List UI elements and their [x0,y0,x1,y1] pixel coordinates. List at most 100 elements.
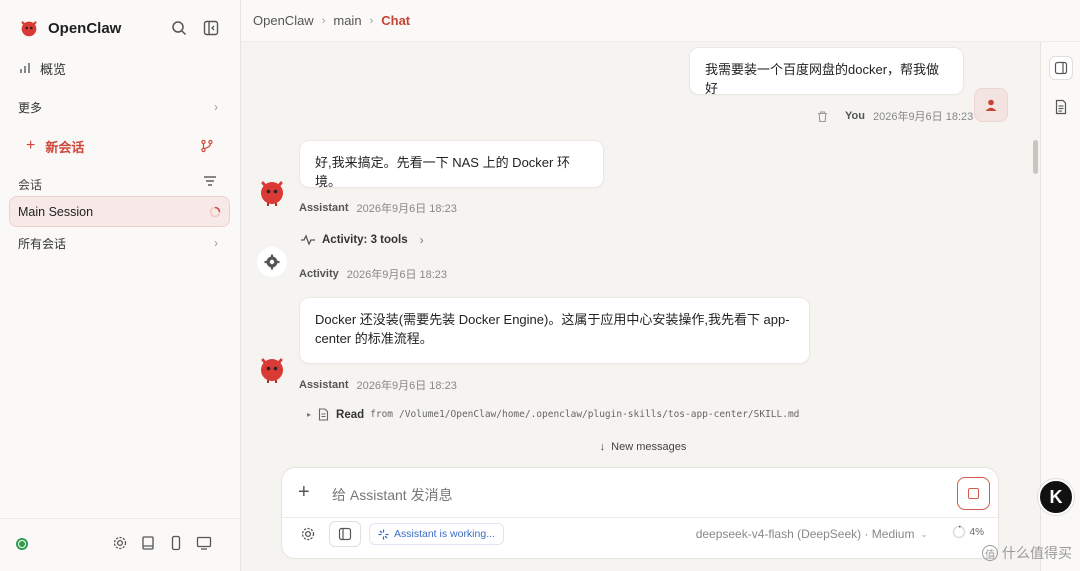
sidebar-item-label: 概览 [40,61,67,77]
assistant-message-bubble: Docker 还没装(需要先装 Docker Engine)。这属于应用中心安装… [299,297,810,364]
composer-settings-button[interactable] [298,521,318,547]
settings-icon[interactable] [112,535,128,551]
arrow-down-icon: ↓ [599,441,606,453]
settings-icon [301,527,315,541]
user-icon [985,99,997,111]
watermark-text: 什么值得买 [1002,545,1072,561]
caret-right-icon: ▸ [307,410,312,419]
tool-path: /Volume1/OpenClaw/home/.openclaw/plugin-… [399,409,800,420]
divider [0,518,240,519]
working-status-badge: Assistant is working... [369,523,504,545]
stop-icon [968,488,979,499]
message-input[interactable]: 给 Assistant 发消息 [332,485,453,505]
book-icon[interactable] [140,535,156,551]
spinner-icon [378,528,389,540]
assistant-avatar-icon [261,358,283,383]
breadcrumb-branch[interactable]: main [333,13,361,28]
chevron-right-icon: › [419,233,424,247]
activity-avatar [257,247,287,277]
watermark-logo-icon: 值 [982,545,998,561]
trash-icon[interactable] [816,110,829,123]
model-label: deepseek-v4-flash (DeepSeek) · Medium [695,527,915,541]
timestamp: 2026年9月6日 18:23 [346,269,448,281]
session-label: Main Session [18,204,94,219]
sidebar-bottom-toolbar [112,535,212,551]
sender-name: Activity [299,268,339,280]
chevron-right-icon: › [214,100,218,114]
sidebar-item-label: 更多 [18,100,43,115]
floating-k-badge[interactable]: K [1038,479,1074,515]
sidebar-item-all-sessions[interactable]: 所有会话 › [10,228,228,258]
user-message-bubble: 我需要装一个百度网盘的docker，帮我做好 [689,47,964,96]
connection-status-icon [16,538,28,550]
assistant-message-text: center 的标准流程。 [315,331,433,346]
working-label: Assistant is working... [394,528,495,540]
toggle-sidepanel-button[interactable] [329,521,361,547]
context-usage: 4% [952,525,984,539]
user-avatar [974,88,1008,122]
openclaw-logo-icon [21,21,37,37]
collapse-sidebar-icon[interactable] [202,19,220,37]
toggle-panel-button[interactable] [1049,56,1073,80]
mobile-icon[interactable] [168,535,184,551]
loading-spinner-icon [209,206,221,217]
message-composer: + 给 Assistant 发消息 Assistant is working..… [281,467,999,559]
app-name: OpenClaw [48,19,122,37]
session-item-main[interactable]: Main Session [9,196,230,227]
breadcrumb-current: Chat [381,13,411,28]
file-icon [318,408,329,421]
gear-icon [264,254,280,270]
brand[interactable]: OpenClaw [18,16,121,40]
timestamp: 2026年9月6日 18:23 [356,380,457,392]
sender-name: You [845,110,865,122]
context-ring-icon [952,525,965,539]
monitor-icon[interactable] [196,535,212,551]
assistant-message-meta: Assistant 2026年9月6日 18:23 [299,200,457,216]
sender-name: Assistant [299,202,349,214]
activity-pulse-icon [301,234,315,246]
model-selector[interactable]: deepseek-v4-flash (DeepSeek) · Medium ⌄ [696,527,928,541]
branch-icon[interactable] [200,139,214,153]
breadcrumb-root[interactable]: OpenClaw [253,13,314,28]
timestamp: 2026年9月6日 18:23 [872,111,974,123]
activity-label: Activity: 3 tools [322,234,408,246]
new-chat-label: 新会话 [45,139,85,155]
assistant-message-meta: Assistant 2026年9月6日 18:23 [299,377,457,393]
sessions-section-label: 会话 [18,178,43,192]
user-message-text: 我需要装一个百度网盘的docker，帮我做好 [705,62,940,96]
panel-icon [338,527,352,541]
chevron-down-icon: ⌄ [920,528,928,539]
watermark: 值 什么值得买 [982,543,1072,563]
activity-meta: Activity 2026年9月6日 18:23 [299,266,447,282]
stop-button[interactable] [957,477,990,510]
context-percent: 4% [969,526,984,538]
assistant-message-text: Docker 还没装(需要先装 Docker Engine)。这属于应用中心安装… [315,312,790,327]
panel-icon [1054,61,1068,75]
sidebar-item-overview[interactable]: 概览 [10,53,228,83]
assistant-message-bubble: 好,我来搞定。先看一下 NAS 上的 Docker 环境。 [299,140,604,189]
new-chat-button[interactable]: + 新会话 [10,131,228,161]
tool-name: Read [336,408,365,421]
plus-icon: + [26,137,36,154]
tool-call-read[interactable]: ▸ Read from /Volume1/OpenClaw/home/.open… [307,408,799,421]
composer-divider [282,517,998,518]
timestamp: 2026年9月6日 18:23 [356,203,457,215]
sidebar: OpenClaw 概览 更多 › + 新会话 会话 Main Session 所… [0,0,241,571]
tool-from: from [370,409,394,420]
sender-name: Assistant [299,379,349,391]
filter-icon[interactable] [202,173,218,189]
user-message-meta: You 2026年9月6日 18:23 [816,108,973,124]
document-icon[interactable] [1053,99,1069,115]
activity-toggle[interactable]: Activity: 3 tools › [300,230,424,250]
sidebar-item-more[interactable]: 更多 › [10,92,228,122]
chevron-right-icon: › [369,14,374,27]
new-messages-button[interactable]: ↓ New messages [590,436,696,458]
attach-plus-icon[interactable]: + [298,482,310,502]
assistant-avatar-icon [261,181,283,206]
sidebar-item-label: 所有会话 [18,236,67,251]
search-icon[interactable] [170,19,188,37]
bar-chart-icon [20,63,30,73]
chevron-right-icon: › [214,236,218,250]
new-messages-label: New messages [611,441,687,453]
chat-scrollbar[interactable] [1033,140,1038,174]
